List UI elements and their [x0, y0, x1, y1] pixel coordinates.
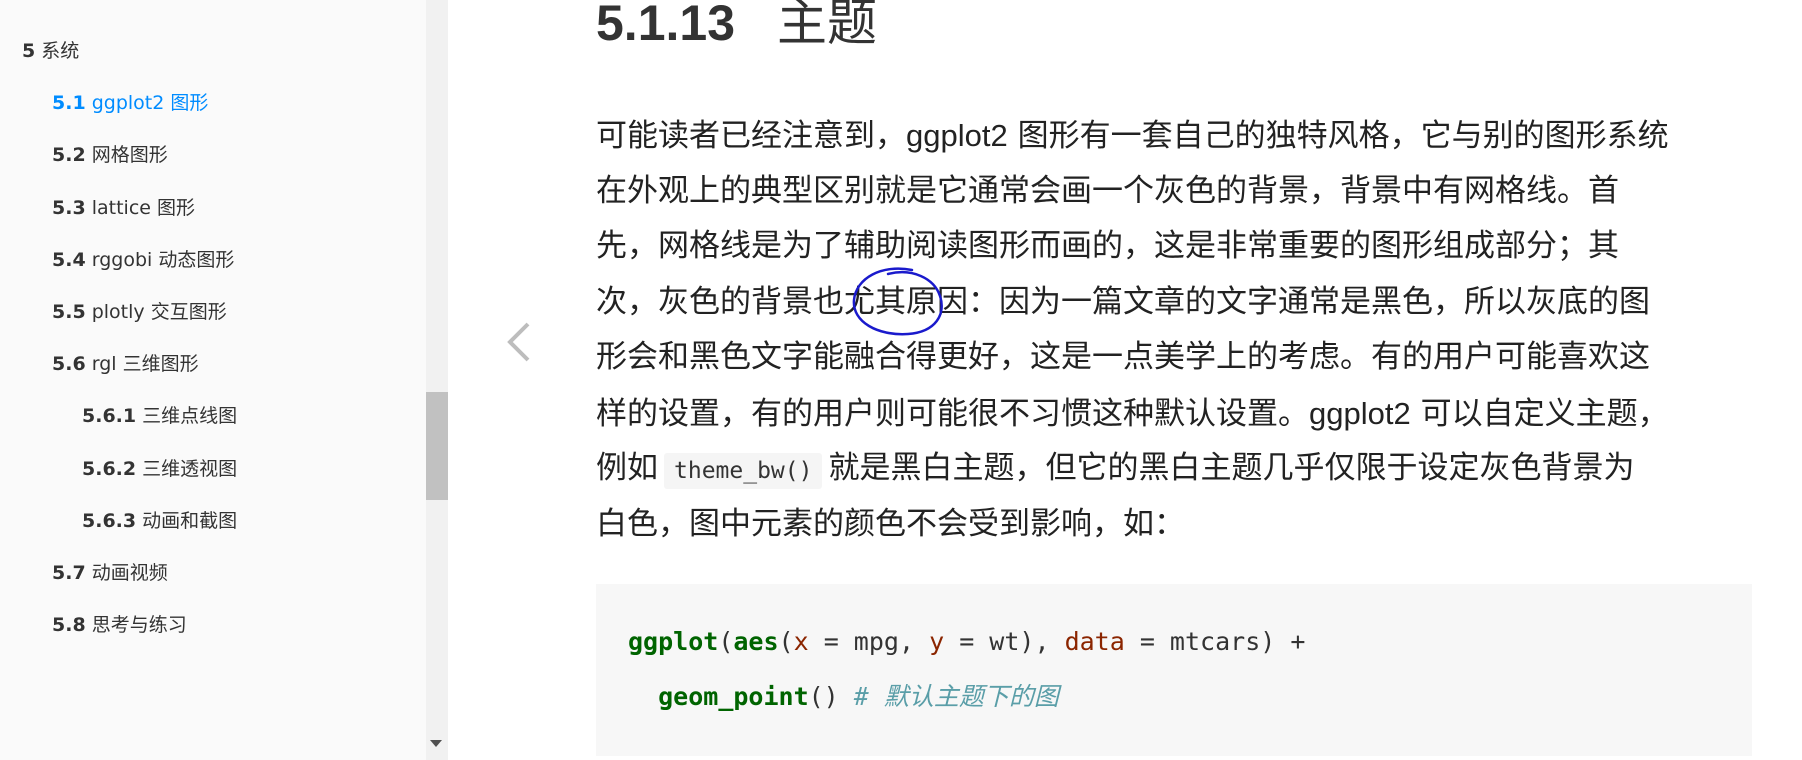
- sidebar-item-label: lattice 图形: [91, 196, 195, 219]
- sidebar-item-number: 5.4: [52, 248, 86, 271]
- paragraph-line: 白色，图中元素的颜色不会受到影响，如：: [596, 505, 1185, 542]
- section-number: 5.1.13: [596, 0, 736, 51]
- sidebar-item-5-1[interactable]: 5.1 ggplot2 图形: [0, 83, 426, 123]
- paragraph-line: 形会和黑色文字能融合得更好，这是一点美学上的考虑。有的用户可能喜欢这: [596, 339, 1650, 375]
- sidebar-item-label: 动画和截图: [142, 509, 238, 532]
- text-span: 就是黑白主题，但它的黑白主题几乎仅限于设定灰色背景为: [828, 450, 1635, 486]
- sidebar-item-number: 5.3: [52, 196, 86, 219]
- code-token: aes: [733, 627, 779, 656]
- code-token: data: [1064, 627, 1125, 656]
- section-title: 主题: [777, 0, 878, 52]
- scroll-down-arrow-icon[interactable]: [430, 740, 442, 747]
- scrollbar-thumb[interactable]: [426, 392, 448, 500]
- sidebar-item-5-6-2[interactable]: 5.6.2 三维透视图: [0, 449, 426, 489]
- sidebar-item-5-7[interactable]: 5.7 动画视频: [0, 553, 426, 593]
- code-comment: # 默认主题下的图: [853, 682, 1059, 711]
- sidebar-item-label: 思考与练习: [91, 614, 187, 637]
- sidebar-item-label: 三维透视图: [142, 457, 238, 480]
- sidebar-item-label: 三维点线图: [142, 405, 238, 428]
- paragraph-line: 样的设置，有的用户则可能很不习惯这种默认设置。ggplot2 可以自定义主题，: [596, 386, 1756, 442]
- code-token: = wt),: [944, 627, 1065, 656]
- paragraph-line: 例如 theme_bw() 就是黑白主题，但它的黑白主题几乎仅限于设定灰色背景为: [596, 441, 1756, 497]
- code-token: ggplot: [628, 627, 719, 656]
- text-span: ggplot2: [906, 118, 1008, 153]
- sidebar-item-number: 5: [22, 40, 36, 62]
- sidebar-item-5-4[interactable]: 5.4 rggobi 动态图形: [0, 240, 426, 280]
- body-paragraph: 可能读者已经注意到，ggplot2 图形有一套自己的独特风格，它与别的图形系统 …: [596, 108, 1756, 552]
- text-span: 例如: [596, 450, 658, 486]
- sidebar-item-5-6[interactable]: 5.6 rgl 三维图形: [0, 344, 426, 384]
- sidebar-item-5-6-1[interactable]: 5.6.1 三维点线图: [0, 396, 426, 436]
- sidebar-item-label: rggobi 动态图形: [91, 248, 235, 271]
- paragraph-line: 先，网格线是为了辅助阅读图形而画的，这是非常重要的图形组成部分；其: [596, 228, 1619, 264]
- handwritten-circle-annotation: [852, 267, 943, 336]
- sidebar-item-number: 5.6.3: [82, 509, 137, 532]
- text-span: 可能读者已经注意到，: [596, 118, 906, 154]
- sidebar-item-number: 5.2: [52, 144, 86, 167]
- sidebar-item-5-2[interactable]: 5.2 网格图形: [0, 135, 426, 175]
- code-token: y: [929, 627, 945, 656]
- main-content: 5.1.13 主题 可能读者已经注意到，ggplot2 图形有一套自己的独特风格，…: [596, 0, 1756, 760]
- code-token: (: [718, 627, 734, 656]
- text-span: 图形有一套自己的独特风格，它与别的图形系统: [1007, 118, 1669, 154]
- sidebar-item-number: 5.6.2: [82, 457, 137, 480]
- previous-page-button[interactable]: [448, 0, 588, 760]
- code-token: geom_point: [658, 682, 809, 711]
- code-line: geom_point() # 默认主题下的图: [628, 669, 1720, 724]
- sidebar-item-label: 动画视频: [91, 562, 168, 584]
- chevron-left-icon: [507, 322, 530, 362]
- sidebar-item-5-3[interactable]: 5.3 lattice 图形: [0, 188, 426, 228]
- sidebar-item-number: 5.1: [52, 92, 86, 115]
- text-span: ggplot2: [1309, 395, 1411, 431]
- text-span: 样的设置，有的用户则可能很不习惯这种默认设置。: [596, 395, 1309, 432]
- paragraph-line: 次，灰色的背景也尤其原因：因为一篇文章的文字通常是黑色，所以灰底的图: [596, 283, 1650, 320]
- code-token: (: [778, 627, 794, 656]
- paragraph-line: 可能读者已经注意到，ggplot2 图形有一套自己的独特风格，它与别的图形系统: [596, 108, 1756, 164]
- sidebar-item-label: plotly 交互图形: [91, 301, 227, 323]
- code-token: (): [808, 682, 854, 711]
- sidebar-item-5[interactable]: 5 系统: [0, 31, 426, 71]
- sidebar-item-label: 网格图形: [91, 144, 168, 167]
- section-heading: 5.1.13 主题: [596, 0, 877, 58]
- sidebar-scrollbar[interactable]: [426, 0, 448, 760]
- text-span: 可以自定义主题，: [1410, 395, 1669, 432]
- sidebar-item-number: 5.6.1: [82, 405, 137, 428]
- sidebar-item-5-8[interactable]: 5.8 思考与练习: [0, 605, 426, 645]
- code-token: x: [793, 627, 809, 656]
- sidebar-item-number: 5.5: [52, 301, 86, 323]
- code-token: = mpg,: [808, 627, 930, 656]
- sidebar-item-label: ggplot2 图形: [91, 92, 209, 115]
- paragraph-line: 在外观上的典型区别就是它通常会画一个灰色的背景，背景中有网格线。首: [596, 172, 1619, 209]
- code-block: ggplot(aes(x = mpg, y = wt), data = mtca…: [596, 584, 1752, 756]
- sidebar-item-number: 5.8: [52, 614, 86, 637]
- sidebar-item-5-5[interactable]: 5.5 plotly 交互图形: [0, 292, 426, 332]
- sidebar-item-label: 系统: [41, 40, 80, 62]
- sidebar-item-number: 5.6: [52, 353, 86, 376]
- code-token: = mtcars) +: [1124, 627, 1306, 656]
- sidebar-item-number: 5.7: [52, 562, 86, 584]
- sidebar: 5 系统 5.1 ggplot2 图形 5.2 网格图形 5.3 lattice 图形…: [0, 0, 426, 760]
- inline-code: theme_bw(): [664, 453, 823, 489]
- sidebar-item-5-6-3[interactable]: 5.6.3 动画和截图: [0, 501, 426, 541]
- sidebar-item-label: rgl 三维图形: [91, 353, 199, 376]
- code-line: ggplot(aes(x = mpg, y = wt), data = mtca…: [628, 614, 1720, 669]
